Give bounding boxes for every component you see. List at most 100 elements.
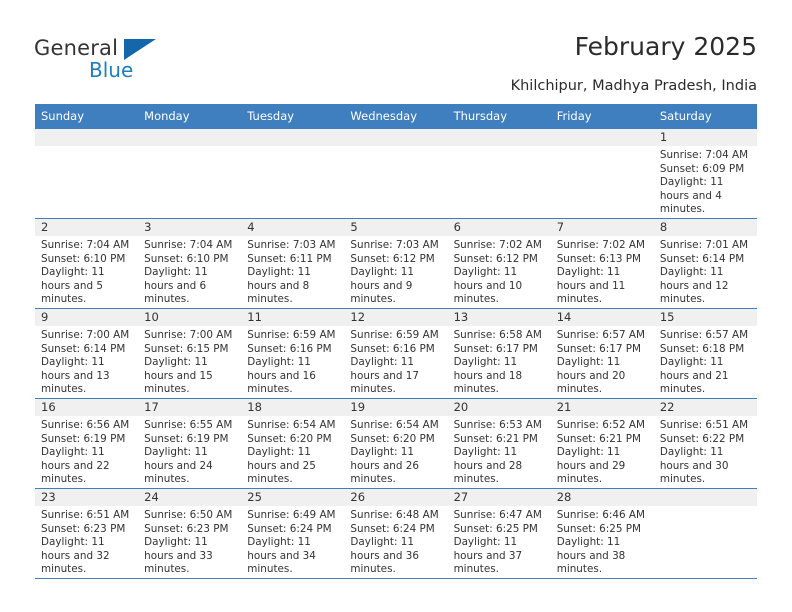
day-cell[interactable]: 20 Sunrise: 6:53 AM Sunset: 6:21 PM Dayl… <box>447 398 551 489</box>
day-info <box>551 146 654 149</box>
day-cell[interactable]: 9 Sunrise: 7:00 AM Sunset: 6:14 PM Dayli… <box>35 308 139 399</box>
sunset-text: Sunset: 6:20 PM <box>247 432 332 445</box>
sunset-text: Sunset: 6:25 PM <box>453 522 538 535</box>
day-cell[interactable]: 24 Sunrise: 6:50 AM Sunset: 6:23 PM Dayl… <box>138 488 242 579</box>
day-cell[interactable]: 27 Sunrise: 6:47 AM Sunset: 6:25 PM Dayl… <box>447 488 551 579</box>
sunrise-text: Sunrise: 6:54 AM <box>350 419 439 431</box>
sunrise-text: Sunrise: 7:04 AM <box>144 239 233 251</box>
day-cell[interactable]: 17 Sunrise: 6:55 AM Sunset: 6:19 PM Dayl… <box>138 398 242 489</box>
sunrise-text: Sunrise: 7:00 AM <box>144 329 233 341</box>
day-cell[interactable]: 26 Sunrise: 6:48 AM Sunset: 6:24 PM Dayl… <box>344 488 448 579</box>
day-number: 3 <box>138 219 242 236</box>
daylight-text: Daylight: 11 hours and 4 minutes. <box>659 176 724 216</box>
daylight-text: Daylight: 11 hours and 29 minutes. <box>556 446 626 486</box>
day-cell[interactable] <box>138 128 242 219</box>
day-info: Sunrise: 6:52 AM Sunset: 6:21 PM Dayligh… <box>551 416 654 487</box>
day-number: 13 <box>447 309 551 326</box>
day-cell[interactable]: 14 Sunrise: 6:57 AM Sunset: 6:17 PM Dayl… <box>550 308 654 399</box>
day-info: Sunrise: 6:54 AM Sunset: 6:20 PM Dayligh… <box>344 416 447 487</box>
sunrise-text: Sunrise: 7:03 AM <box>247 239 336 251</box>
day-cell[interactable]: 15 Sunrise: 6:57 AM Sunset: 6:18 PM Dayl… <box>653 308 757 399</box>
day-info: Sunrise: 7:01 AM Sunset: 6:14 PM Dayligh… <box>654 236 757 307</box>
sunrise-text: Sunrise: 6:54 AM <box>247 419 336 431</box>
weekday-header-thursday: Thursday <box>447 104 551 129</box>
day-cell[interactable]: 1 Sunrise: 7:04 AM Sunset: 6:09 PM Dayli… <box>653 128 757 219</box>
day-cell[interactable]: 23 Sunrise: 6:51 AM Sunset: 6:23 PM Dayl… <box>35 488 139 579</box>
general-blue-logo[interactable]: General Blue <box>34 36 214 86</box>
day-cell[interactable]: 4 Sunrise: 7:03 AM Sunset: 6:11 PM Dayli… <box>241 218 345 309</box>
sunset-text: Sunset: 6:18 PM <box>659 342 745 355</box>
day-cell[interactable]: 18 Sunrise: 6:54 AM Sunset: 6:20 PM Dayl… <box>241 398 345 489</box>
day-cell[interactable]: 3 Sunrise: 7:04 AM Sunset: 6:10 PM Dayli… <box>138 218 242 309</box>
day-number <box>35 129 139 146</box>
calendar-week-row: 2 Sunrise: 7:04 AM Sunset: 6:10 PM Dayli… <box>35 218 757 309</box>
day-number: 5 <box>344 219 448 236</box>
day-cell[interactable]: 22 Sunrise: 6:51 AM Sunset: 6:22 PM Dayl… <box>653 398 757 489</box>
sunrise-text: Sunrise: 6:51 AM <box>41 509 130 521</box>
day-cell[interactable] <box>447 128 551 219</box>
day-info: Sunrise: 6:50 AM Sunset: 6:23 PM Dayligh… <box>138 506 241 577</box>
day-cell[interactable]: 12 Sunrise: 6:59 AM Sunset: 6:16 PM Dayl… <box>344 308 448 399</box>
day-cell[interactable]: 11 Sunrise: 6:59 AM Sunset: 6:16 PM Dayl… <box>241 308 345 399</box>
daylight-text: Daylight: 11 hours and 17 minutes. <box>350 356 420 396</box>
day-number: 15 <box>653 309 757 326</box>
sunrise-text: Sunrise: 6:56 AM <box>41 419 130 431</box>
day-info <box>241 146 344 149</box>
daylight-text: Daylight: 11 hours and 24 minutes. <box>144 446 213 486</box>
day-info: Sunrise: 6:51 AM Sunset: 6:22 PM Dayligh… <box>654 416 757 487</box>
sunset-text: Sunset: 6:21 PM <box>556 432 642 445</box>
day-cell[interactable]: 19 Sunrise: 6:54 AM Sunset: 6:20 PM Dayl… <box>344 398 448 489</box>
calendar-page: General Blue February 2025 Khilchipur, M… <box>0 0 792 612</box>
sunset-text: Sunset: 6:12 PM <box>453 252 538 265</box>
day-number: 11 <box>241 309 345 326</box>
sunrise-text: Sunrise: 6:55 AM <box>144 419 233 431</box>
day-cell[interactable]: 25 Sunrise: 6:49 AM Sunset: 6:24 PM Dayl… <box>241 488 345 579</box>
day-info: Sunrise: 6:48 AM Sunset: 6:24 PM Dayligh… <box>344 506 447 577</box>
day-cell[interactable]: 21 Sunrise: 6:52 AM Sunset: 6:21 PM Dayl… <box>550 398 654 489</box>
day-cell[interactable]: 8 Sunrise: 7:01 AM Sunset: 6:14 PM Dayli… <box>653 218 757 309</box>
sunset-text: Sunset: 6:24 PM <box>350 522 435 535</box>
day-cell[interactable]: 7 Sunrise: 7:02 AM Sunset: 6:13 PM Dayli… <box>550 218 654 309</box>
sunset-text: Sunset: 6:24 PM <box>247 522 332 535</box>
day-info: Sunrise: 7:02 AM Sunset: 6:12 PM Dayligh… <box>448 236 551 307</box>
weekday-header-wednesday: Wednesday <box>344 104 448 129</box>
day-info <box>344 146 447 149</box>
sunset-text: Sunset: 6:16 PM <box>247 342 332 355</box>
day-cell[interactable]: 2 Sunrise: 7:04 AM Sunset: 6:10 PM Dayli… <box>35 218 139 309</box>
weekday-header-sunday: Sunday <box>35 104 139 129</box>
sunset-text: Sunset: 6:25 PM <box>556 522 642 535</box>
page-title: February 2025 <box>574 32 757 61</box>
weekday-header-friday: Friday <box>550 104 654 129</box>
logo-text-blue: Blue <box>89 58 134 82</box>
sunset-text: Sunset: 6:23 PM <box>41 522 126 535</box>
day-cell[interactable]: 5 Sunrise: 7:03 AM Sunset: 6:12 PM Dayli… <box>344 218 448 309</box>
sunset-text: Sunset: 6:16 PM <box>350 342 435 355</box>
day-cell[interactable]: 10 Sunrise: 7:00 AM Sunset: 6:15 PM Dayl… <box>138 308 242 399</box>
sunset-text: Sunset: 6:15 PM <box>144 342 229 355</box>
daylight-text: Daylight: 11 hours and 32 minutes. <box>41 536 110 576</box>
daylight-text: Daylight: 11 hours and 15 minutes. <box>144 356 213 396</box>
day-info: Sunrise: 7:03 AM Sunset: 6:12 PM Dayligh… <box>344 236 447 307</box>
day-cell[interactable] <box>344 128 448 219</box>
day-number: 6 <box>447 219 551 236</box>
sunset-text: Sunset: 6:22 PM <box>659 432 745 445</box>
day-cell[interactable]: 28 Sunrise: 6:46 AM Sunset: 6:25 PM Dayl… <box>550 488 654 579</box>
weekday-header-monday: Monday <box>138 104 242 129</box>
day-info: Sunrise: 6:55 AM Sunset: 6:19 PM Dayligh… <box>138 416 241 487</box>
day-info: Sunrise: 7:03 AM Sunset: 6:11 PM Dayligh… <box>241 236 344 307</box>
day-cell[interactable]: 6 Sunrise: 7:02 AM Sunset: 6:12 PM Dayli… <box>447 218 551 309</box>
daylight-text: Daylight: 11 hours and 34 minutes. <box>247 536 316 576</box>
day-cell[interactable] <box>35 128 139 219</box>
day-cell[interactable] <box>653 488 757 579</box>
day-cell[interactable]: 16 Sunrise: 6:56 AM Sunset: 6:19 PM Dayl… <box>35 398 139 489</box>
day-cell[interactable] <box>550 128 654 219</box>
day-cell[interactable]: 13 Sunrise: 6:58 AM Sunset: 6:17 PM Dayl… <box>447 308 551 399</box>
logo-text-general: General <box>34 36 119 60</box>
sunset-text: Sunset: 6:09 PM <box>659 162 745 175</box>
logo-triangle-icon <box>124 39 156 60</box>
calendar-week-row: 9 Sunrise: 7:00 AM Sunset: 6:14 PM Dayli… <box>35 308 757 399</box>
daylight-text: Daylight: 11 hours and 20 minutes. <box>556 356 626 396</box>
day-number: 21 <box>550 399 654 416</box>
day-cell[interactable] <box>241 128 345 219</box>
sunrise-text: Sunrise: 7:01 AM <box>659 239 749 251</box>
